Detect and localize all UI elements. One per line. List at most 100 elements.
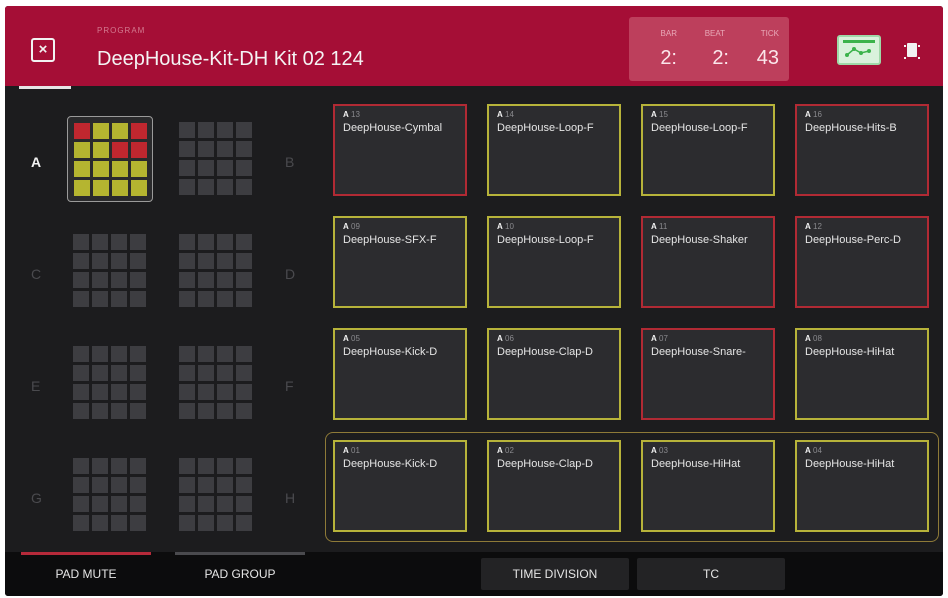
pad-index: 09 — [351, 222, 360, 231]
header-bar: × PROGRAM DeepHouse-Kit-DH Kit 02 124 BA… — [5, 6, 943, 86]
pad-number: A 06 — [497, 334, 514, 343]
bank-cell — [92, 496, 108, 512]
pad-04[interactable]: A 04 DeepHouse-HiHat — [795, 440, 929, 532]
pad-05[interactable]: A 05 DeepHouse-Kick-D — [333, 328, 467, 420]
bank-letter-d: D — [285, 266, 296, 282]
bank-cell — [131, 180, 147, 196]
pad-index: 10 — [505, 222, 514, 231]
pad-14[interactable]: A 14 DeepHouse-Loop-F — [487, 104, 621, 196]
pad-number: A 11 — [651, 222, 667, 231]
bank-cell — [236, 496, 252, 512]
bank-cell — [73, 365, 89, 381]
bank-cell — [198, 141, 214, 157]
pad-bank-letter: A — [805, 334, 811, 343]
pad-bank-letter: A — [651, 110, 657, 119]
bank-cell — [73, 253, 89, 269]
bank-cell — [217, 458, 233, 474]
pad-number: A 02 — [497, 446, 514, 455]
bank-c-grid[interactable] — [67, 228, 153, 314]
bank-letter-h: H — [285, 490, 296, 506]
pad-12[interactable]: A 12 DeepHouse-Perc-D — [795, 216, 929, 308]
position-counter[interactable]: BAR 2: BEAT 2: TICK 43 — [629, 17, 789, 81]
bank-cell — [111, 234, 127, 250]
bank-cell — [198, 291, 214, 307]
pad-03[interactable]: A 03 DeepHouse-HiHat — [641, 440, 775, 532]
bar-value: 2: — [660, 47, 677, 69]
pad-group-indicator — [175, 552, 305, 555]
pad-group-button[interactable]: PAD GROUP — [175, 558, 305, 590]
bank-cell — [92, 272, 108, 288]
pad-02[interactable]: A 02 DeepHouse-Clap-D — [487, 440, 621, 532]
program-name[interactable]: DeepHouse-Kit-DH Kit 02 124 — [97, 48, 364, 71]
pad-mute-button[interactable]: PAD MUTE — [21, 558, 151, 590]
pad-06[interactable]: A 06 DeepHouse-Clap-D — [487, 328, 621, 420]
bank-cell — [198, 160, 214, 176]
pad-number: A 09 — [343, 222, 360, 231]
pad-index: 14 — [505, 110, 514, 119]
pad-index: 02 — [505, 446, 514, 455]
pad-16[interactable]: A 16 DeepHouse-Hits-B — [795, 104, 929, 196]
bank-g-grid[interactable] — [67, 452, 153, 538]
pad-15[interactable]: A 15 DeepHouse-Loop-F — [641, 104, 775, 196]
bank-cell — [179, 122, 195, 138]
close-button[interactable]: × — [31, 38, 55, 62]
pad-sample-name: DeepHouse-Kick-D — [343, 346, 438, 358]
bank-a-grid[interactable] — [67, 116, 153, 202]
bank-cell — [217, 403, 233, 419]
pad-number: A 05 — [343, 334, 360, 343]
pad-index: 04 — [813, 446, 822, 455]
bank-cell — [198, 122, 214, 138]
bank-b-grid[interactable] — [173, 116, 259, 202]
bank-cell — [112, 142, 128, 158]
bank-cell — [112, 161, 128, 177]
bank-cell — [130, 272, 146, 288]
bank-cell — [236, 141, 252, 157]
bank-cell — [73, 496, 89, 512]
pad-bank-letter: A — [497, 110, 503, 119]
pad-08[interactable]: A 08 DeepHouse-HiHat — [795, 328, 929, 420]
bank-cell — [217, 515, 233, 531]
bank-cell — [111, 291, 127, 307]
pad-bank-letter: A — [497, 334, 503, 343]
bank-letter-e: E — [31, 378, 41, 394]
bank-cell — [73, 403, 89, 419]
bank-cell — [217, 253, 233, 269]
pad-07[interactable]: A 07 DeepHouse-Snare- — [641, 328, 775, 420]
bank-cell — [111, 458, 127, 474]
bank-cell — [179, 141, 195, 157]
pad-index: 15 — [659, 110, 668, 119]
pad-13[interactable]: A 13 DeepHouse-Cymbal — [333, 104, 467, 196]
pad-index: 05 — [351, 334, 360, 343]
bank-letter-b: B — [285, 154, 295, 170]
bank-cell — [130, 346, 146, 362]
pad-09[interactable]: A 09 DeepHouse-SFX-F — [333, 216, 467, 308]
pad-bank-letter: A — [651, 334, 657, 343]
bank-d-grid[interactable] — [173, 228, 259, 314]
bank-cell — [92, 346, 108, 362]
pad-01[interactable]: A 01 DeepHouse-Kick-D — [333, 440, 467, 532]
pad-bank-letter: A — [805, 110, 811, 119]
bank-cell — [92, 234, 108, 250]
beat-label: BEAT — [704, 29, 725, 38]
pad-sample-name: DeepHouse-SFX-F — [343, 234, 437, 246]
pad-sample-name: DeepHouse-Snare- — [651, 346, 746, 358]
chip-icon[interactable] — [904, 43, 920, 59]
bank-cell — [236, 122, 252, 138]
pad-index: 16 — [813, 110, 822, 119]
bank-h-grid[interactable] — [173, 452, 259, 538]
bank-cell — [130, 515, 146, 531]
bank-e-grid[interactable] — [67, 340, 153, 426]
bank-cell — [111, 496, 127, 512]
time-division-button[interactable]: TIME DIVISION — [481, 558, 629, 590]
bank-cell — [73, 515, 89, 531]
bank-cell — [236, 160, 252, 176]
pad-10[interactable]: A 10 DeepHouse-Loop-F — [487, 216, 621, 308]
bank-f-grid[interactable] — [173, 340, 259, 426]
bank-cell — [74, 123, 90, 139]
pad-11[interactable]: A 11 DeepHouse-Shaker — [641, 216, 775, 308]
tc-button[interactable]: TC — [637, 558, 785, 590]
tick-label: TICK — [760, 29, 779, 38]
automation-icon[interactable] — [837, 35, 881, 65]
pad-bank-letter: A — [343, 334, 349, 343]
bank-cell — [111, 253, 127, 269]
